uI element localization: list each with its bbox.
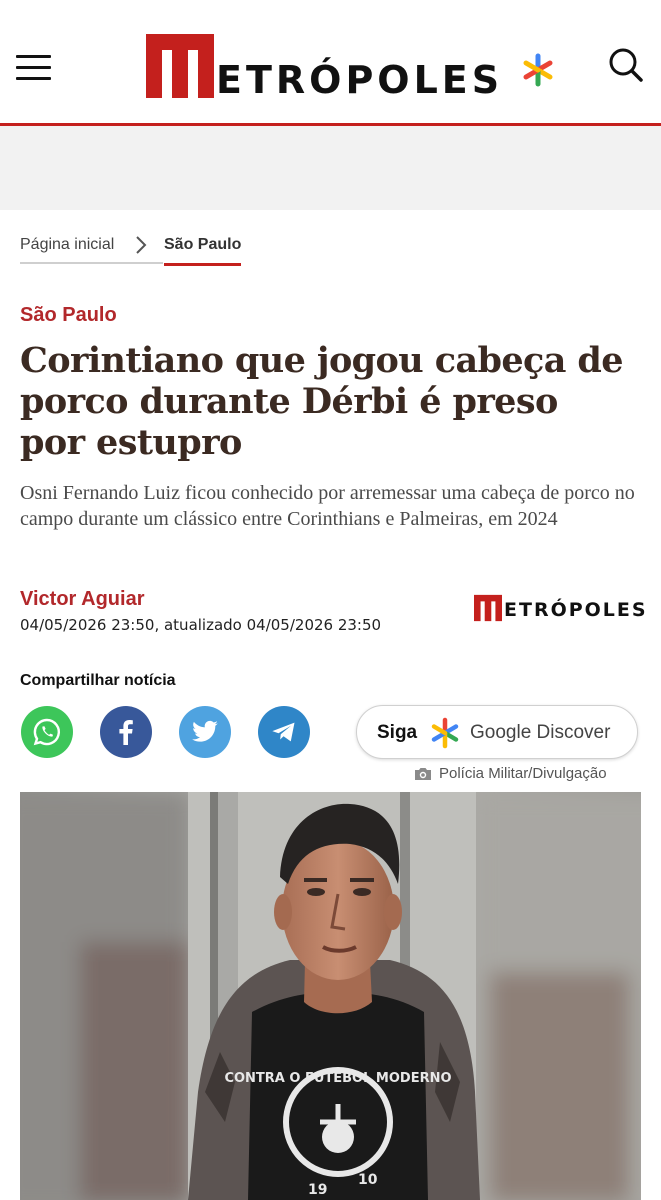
twitter-share-button[interactable]: [179, 706, 231, 758]
breadcrumb-active-underline: [164, 263, 241, 266]
camera-icon: [415, 768, 431, 780]
breadcrumb-underline: [20, 262, 163, 264]
twitter-bird-icon: [192, 720, 218, 742]
article-subtitle: Osni Fernando Luiz ficou conhecido por a…: [20, 482, 635, 530]
search-icon[interactable]: [608, 47, 644, 83]
metropoles-small-logo: ETRÓPOLES: [474, 594, 646, 624]
ad-banner-placeholder: [0, 126, 661, 210]
shirt-number-right: 10: [358, 1172, 378, 1188]
breadcrumb-home-link[interactable]: Página inicial: [20, 236, 114, 254]
logo-m-mark-small: [474, 594, 502, 622]
suspect-photo-illustration: CONTRA O FUTEBOL MODERNO 19 10: [20, 792, 641, 1200]
breadcrumb-current-link[interactable]: São Paulo: [164, 236, 241, 254]
google-discover-follow-button[interactable]: Siga Google Discover: [356, 705, 638, 759]
facebook-icon: [119, 720, 133, 745]
publish-dates: 04/05/2026 23:50, atualizado 04/05/2026 …: [20, 616, 382, 634]
logo-star-icon: [523, 53, 553, 87]
article-photo: CONTRA O FUTEBOL MODERNO 19 10: [20, 792, 641, 1200]
article-headline: Corintiano que jogou cabeça de porco dur…: [20, 340, 624, 463]
share-label: Compartilhar notícia: [20, 672, 176, 689]
logo-m-mark: [146, 34, 214, 98]
photo-credit-text: Polícia Militar/Divulgação: [439, 765, 607, 782]
article-section-label[interactable]: São Paulo: [20, 304, 117, 327]
shirt-number-left: 19: [308, 1182, 327, 1198]
photo-credit: Polícia Militar/Divulgação: [412, 764, 642, 784]
telegram-share-button[interactable]: [258, 706, 310, 758]
google-discover-star-icon: [431, 717, 459, 749]
shirt-text: CONTRA O FUTEBOL MODERNO: [224, 1071, 451, 1086]
small-logo-wordmark: ETRÓPOLES: [504, 599, 648, 621]
logo-wordmark: ETRÓPOLES: [216, 58, 504, 102]
siga-label: Siga: [377, 722, 418, 743]
telegram-icon: [272, 722, 295, 742]
site-header: ETRÓPOLES: [0, 0, 661, 126]
hamburger-menu-icon[interactable]: [16, 55, 51, 81]
whatsapp-icon: [33, 718, 60, 746]
whatsapp-share-button[interactable]: [21, 706, 73, 758]
breadcrumb: Página inicial São Paulo: [20, 228, 640, 268]
google-discover-label: Google Discover: [470, 722, 611, 743]
author-name[interactable]: Victor Aguiar: [20, 588, 144, 611]
metropoles-logo[interactable]: ETRÓPOLES: [146, 34, 556, 100]
facebook-share-button[interactable]: [100, 706, 152, 758]
chevron-right-icon: [136, 236, 147, 254]
